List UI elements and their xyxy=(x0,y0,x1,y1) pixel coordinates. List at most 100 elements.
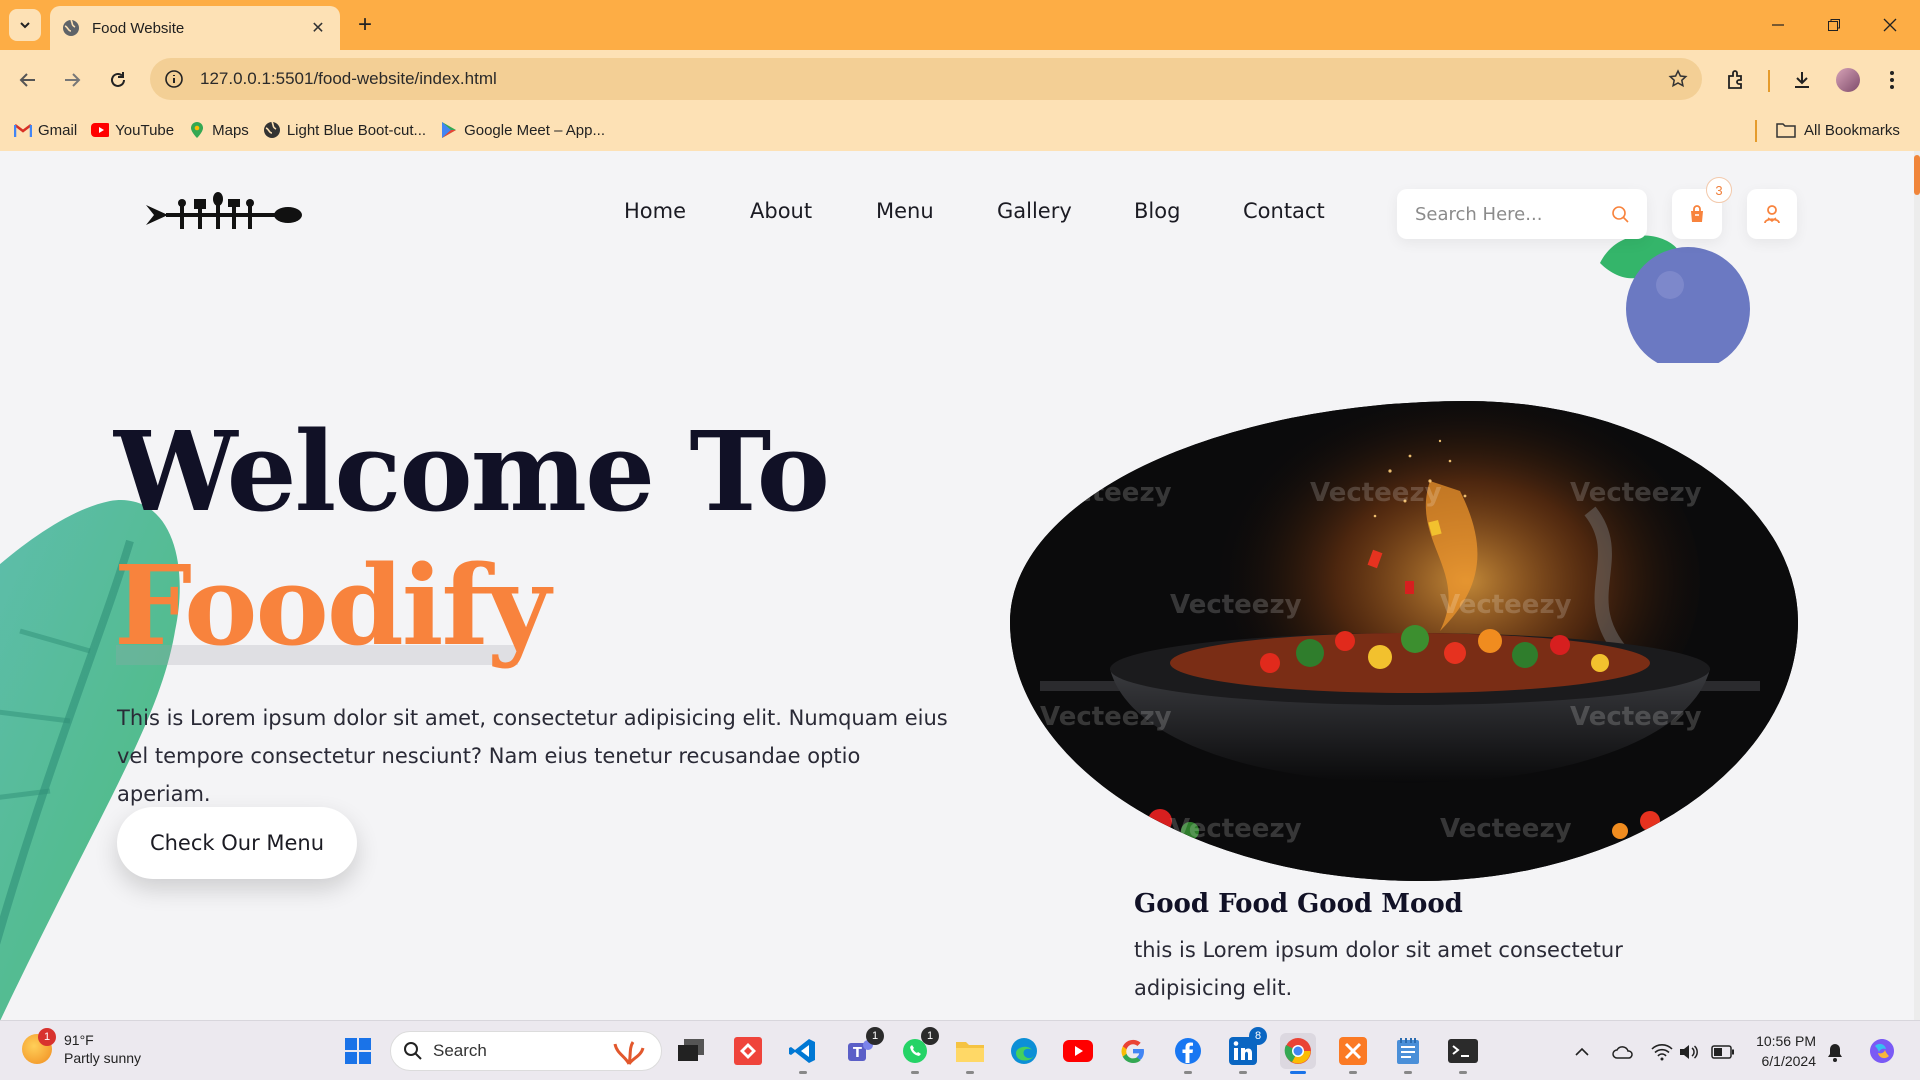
url-text[interactable]: 127.0.0.1:5501/food-website/index.html xyxy=(200,69,1668,89)
wifi-button[interactable] xyxy=(1649,1039,1675,1065)
minimize-button[interactable] xyxy=(1750,0,1806,50)
running-indicator xyxy=(1349,1071,1357,1074)
tab-search-button[interactable] xyxy=(9,9,41,41)
wifi-icon xyxy=(1651,1044,1673,1061)
reload-button[interactable] xyxy=(100,62,136,98)
reload-icon xyxy=(111,72,125,87)
nav-home[interactable]: Home xyxy=(624,199,686,223)
downloads-button[interactable] xyxy=(1784,62,1820,98)
wok-illustration: Vecteezy Vecteezy Vecteezy Vecteezy Vect… xyxy=(1010,401,1798,881)
taskbar-chrome[interactable] xyxy=(1280,1033,1316,1074)
maps-icon xyxy=(188,121,206,139)
vscode-icon xyxy=(789,1039,815,1063)
edge-icon xyxy=(1011,1038,1037,1064)
bookmark-google-meet[interactable]: Google Meet – App... xyxy=(440,121,605,139)
watermark-text: Vecteezy xyxy=(1440,590,1572,620)
notifications-button[interactable] xyxy=(1822,1039,1848,1065)
extensions-button[interactable] xyxy=(1718,62,1754,98)
address-bar[interactable]: 127.0.0.1:5501/food-website/index.html xyxy=(150,58,1702,100)
running-indicator xyxy=(966,1071,974,1074)
nav-contact[interactable]: Contact xyxy=(1243,199,1325,223)
hero-title: Welcome To xyxy=(114,407,830,536)
taskbar-teams[interactable]: T 1 xyxy=(842,1027,884,1069)
onedrive-button[interactable] xyxy=(1610,1039,1636,1065)
battery-button[interactable] xyxy=(1710,1039,1736,1065)
browser-tab-active[interactable]: Food Website ✕ xyxy=(50,6,340,50)
bookmark-star-icon[interactable] xyxy=(1668,69,1688,89)
running-indicator xyxy=(1404,1071,1412,1074)
taskbar-anydesk[interactable] xyxy=(730,1033,766,1069)
show-hidden-icons[interactable] xyxy=(1569,1039,1595,1065)
start-button[interactable] xyxy=(340,1033,376,1069)
berry-decoration xyxy=(1600,235,1750,363)
user-button[interactable] xyxy=(1747,189,1797,239)
cloud-icon xyxy=(1612,1046,1633,1059)
browser-menu-button[interactable] xyxy=(1874,62,1910,98)
taskbar-facebook-chrome[interactable] xyxy=(1170,1033,1206,1074)
search-input[interactable]: Search Here... xyxy=(1415,204,1611,225)
taskbar-edge[interactable] xyxy=(1006,1033,1042,1069)
youtube-icon xyxy=(1063,1040,1093,1062)
coral-icon xyxy=(613,1041,645,1065)
forward-button[interactable] xyxy=(54,62,90,98)
taskbar-whatsapp[interactable]: 1 xyxy=(897,1027,939,1074)
new-tab-button[interactable]: + xyxy=(350,10,380,40)
taskbar-file-explorer[interactable] xyxy=(952,1033,988,1074)
bookmark-gmail[interactable]: Gmail xyxy=(14,121,77,139)
task-view-icon xyxy=(678,1039,704,1061)
taskbar-task-view[interactable] xyxy=(674,1033,710,1069)
search-icon[interactable] xyxy=(1611,205,1629,223)
bookmark-maps[interactable]: Maps xyxy=(188,121,249,139)
anydesk-icon xyxy=(734,1037,762,1065)
taskbar-clock[interactable]: 10:56 PM 6/1/2024 xyxy=(1748,1031,1816,1071)
site-search[interactable]: Search Here... xyxy=(1397,189,1647,239)
nav-menu[interactable]: Menu xyxy=(876,199,934,223)
battery-icon xyxy=(1711,1045,1734,1059)
running-indicator xyxy=(799,1071,807,1074)
nav-gallery[interactable]: Gallery xyxy=(997,199,1072,223)
taskbar-youtube[interactable] xyxy=(1060,1033,1096,1069)
site-logo[interactable] xyxy=(146,191,302,233)
volume-button[interactable] xyxy=(1676,1039,1702,1065)
watermark-text: Vecteezy xyxy=(1040,702,1172,732)
copilot-button[interactable] xyxy=(1866,1035,1898,1067)
clock-date: 6/1/2024 xyxy=(1761,1053,1817,1069)
page-scrollbar[interactable] xyxy=(1914,151,1920,1020)
taskbar-terminal[interactable] xyxy=(1445,1033,1481,1074)
nav-about[interactable]: About xyxy=(750,199,812,223)
back-button[interactable] xyxy=(10,62,46,98)
bookmark-youtube[interactable]: YouTube xyxy=(91,121,174,139)
google-play-icon xyxy=(440,121,458,139)
close-icon xyxy=(1883,18,1897,32)
bookmarks-divider xyxy=(1755,120,1757,142)
close-window-button[interactable] xyxy=(1862,0,1918,50)
hero-description: This is Lorem ipsum dolor sit amet, cons… xyxy=(117,706,948,806)
taskbar-xampp[interactable] xyxy=(1335,1033,1371,1074)
running-indicator xyxy=(1459,1071,1467,1074)
restore-button[interactable] xyxy=(1806,0,1862,50)
taskbar-linkedin[interactable]: 8 xyxy=(1225,1027,1267,1074)
feature-card-description: this is Lorem ipsum dolor sit amet conse… xyxy=(1134,938,1623,1000)
weather-widget[interactable]: 1 91°F Partly sunny xyxy=(22,1028,141,1067)
close-tab-icon[interactable]: ✕ xyxy=(308,18,328,38)
download-icon xyxy=(1795,72,1809,88)
shopping-bag-icon xyxy=(1691,205,1703,222)
bookmark-light-blue[interactable]: Light Blue Boot-cut... xyxy=(263,121,426,139)
taskbar-vscode[interactable] xyxy=(785,1033,821,1074)
taskbar-search-label: Search xyxy=(433,1041,487,1060)
nav-blog[interactable]: Blog xyxy=(1134,199,1180,223)
restore-icon xyxy=(1828,19,1840,31)
check-menu-button[interactable]: Check Our Menu xyxy=(117,807,357,879)
profile-button[interactable] xyxy=(1830,62,1866,98)
chevron-up-icon xyxy=(1575,1047,1589,1056)
all-bookmarks-button[interactable]: All Bookmarks xyxy=(1776,112,1900,148)
windows-icon xyxy=(345,1038,371,1064)
taskbar-notepad[interactable] xyxy=(1390,1033,1426,1074)
toolbar-divider xyxy=(1768,70,1770,92)
taskbar-search[interactable]: Search xyxy=(390,1031,662,1071)
svg-text:T: T xyxy=(853,1046,862,1061)
scrollbar-thumb[interactable] xyxy=(1914,155,1920,195)
site-info-icon[interactable] xyxy=(164,69,184,89)
facebook-icon xyxy=(1175,1038,1201,1064)
taskbar-google[interactable] xyxy=(1115,1033,1151,1069)
